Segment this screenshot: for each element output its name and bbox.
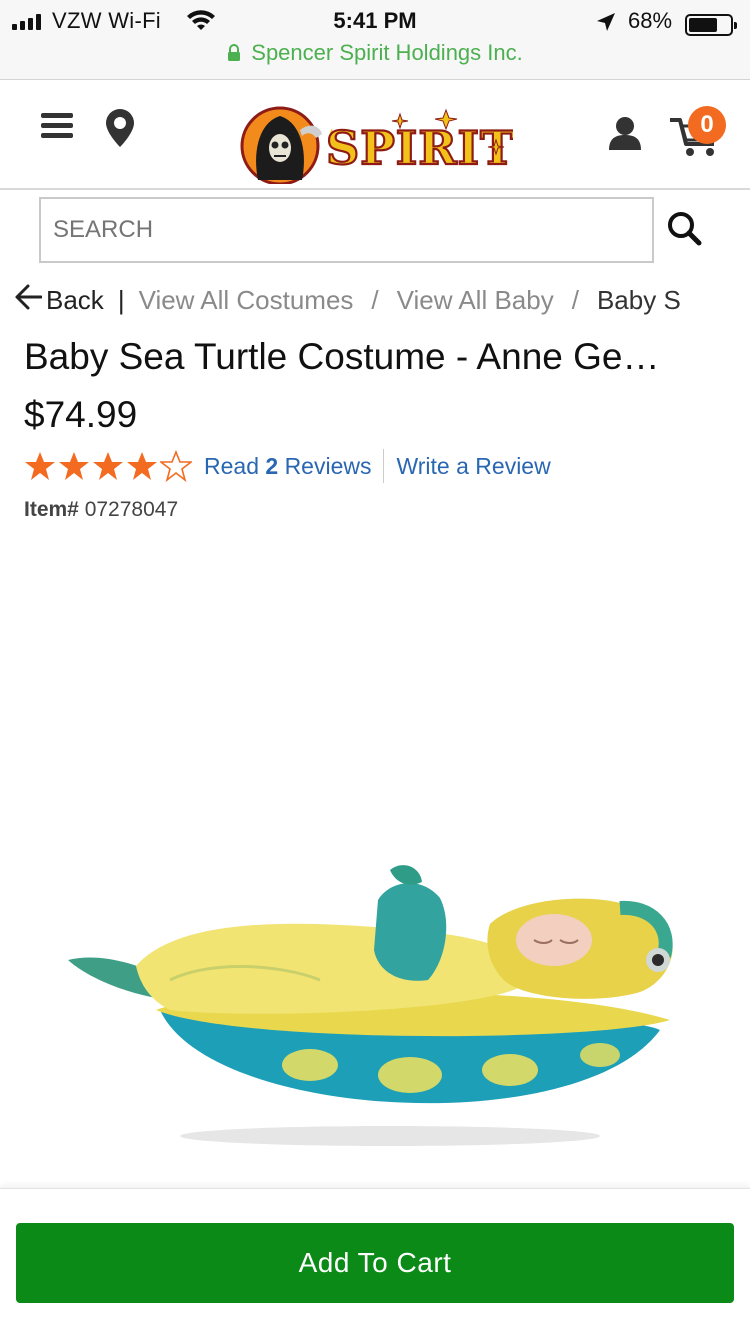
cart-count-badge[interactable]: 0 <box>688 106 726 144</box>
review-count: 2 <box>265 452 279 479</box>
url-bar[interactable]: Spencer Spirit Holdings Inc. <box>0 40 750 66</box>
product-price: $74.99 <box>24 394 138 435</box>
battery-percent: 68% <box>628 8 673 33</box>
spirit-logo[interactable]: SPIRIT <box>238 100 513 184</box>
lock-icon <box>228 44 241 61</box>
read-reviews-prefix: Read <box>204 452 259 479</box>
status-bar: VZW Wi-Fi 5:41 PM 68% Spencer Spirit Hol… <box>0 0 750 80</box>
store-locator-icon[interactable] <box>104 108 136 148</box>
breadcrumb-separator: / <box>571 284 579 315</box>
star-filled-icon <box>59 452 89 480</box>
star-rating[interactable] <box>24 450 192 482</box>
account-icon[interactable] <box>608 116 642 150</box>
breadcrumb-view-all-costumes[interactable]: View All Costumes <box>139 285 354 316</box>
search-icon[interactable] <box>666 210 702 246</box>
item-number-value: 07278047 <box>84 498 179 521</box>
breadcrumb: Back | View All Costumes / View All Baby / Bab… <box>14 283 750 323</box>
breadcrumb-view-all-baby[interactable]: View All Baby <box>397 285 554 316</box>
star-empty-icon <box>160 450 192 482</box>
back-link[interactable]: Back <box>46 285 104 316</box>
product-image[interactable] <box>60 860 690 1160</box>
star-filled-icon <box>93 452 123 480</box>
item-number: Item# 07278047 <box>24 498 178 522</box>
site-header: SPIRIT 0 <box>0 80 750 190</box>
product-title: Baby Sea Turtle Costume - Anne Ge… <box>24 336 660 377</box>
battery-icon <box>685 14 737 36</box>
item-number-label: Item# <box>24 498 79 521</box>
rating-row: Read 2 Reviews Write a Review <box>24 448 551 484</box>
breadcrumb-current[interactable]: Baby S <box>597 285 681 316</box>
search-input[interactable] <box>39 197 654 263</box>
url-text: Spencer Spirit Holdings Inc. <box>251 40 523 65</box>
bottom-action-bar: Add To Cart <box>0 1188 750 1334</box>
add-to-cart-button[interactable]: Add To Cart <box>16 1223 734 1303</box>
breadcrumb-divider: | <box>117 284 125 315</box>
rating-divider <box>383 449 385 483</box>
read-reviews-link[interactable]: Read 2 Reviews <box>204 453 371 480</box>
star-filled-icon <box>25 452 55 480</box>
back-arrow-icon[interactable] <box>14 284 43 317</box>
breadcrumb-separator: / <box>371 284 379 315</box>
star-filled-icon <box>127 452 157 480</box>
location-arrow-icon <box>597 13 615 31</box>
svg-text:SPIRIT: SPIRIT <box>326 121 513 175</box>
hamburger-menu-icon[interactable] <box>41 113 73 139</box>
read-reviews-suffix: Reviews <box>284 452 372 479</box>
write-review-link[interactable]: Write a Review <box>396 453 550 480</box>
